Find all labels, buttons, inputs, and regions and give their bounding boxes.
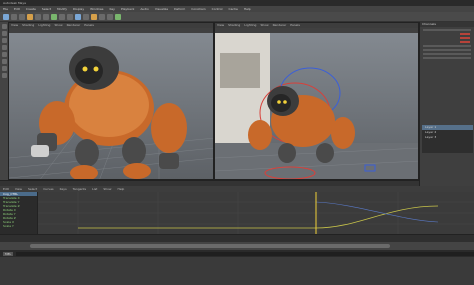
layer-editor: Layer 1 Layer 2 Layer 3 [422, 125, 473, 153]
key-icon[interactable] [107, 13, 113, 20]
curve-graph [38, 192, 474, 234]
tool-box [0, 22, 8, 200]
rotate-icon[interactable] [1, 45, 7, 50]
time-ruler[interactable] [0, 234, 474, 242]
anim-curve-blue [315, 201, 439, 223]
channel-row[interactable] [423, 53, 471, 55]
scale-tool-icon[interactable] [43, 13, 49, 20]
select-tool-icon[interactable] [3, 13, 9, 20]
help-line [0, 257, 474, 285]
command-line: MEL [0, 250, 474, 257]
robot-scene-right [215, 33, 418, 179]
layout-single-icon[interactable] [1, 59, 7, 64]
channel-row[interactable] [423, 57, 471, 59]
graph-editor-curves[interactable] [38, 192, 474, 234]
select-icon[interactable] [1, 24, 7, 29]
channel-row[interactable] [423, 29, 471, 31]
lasso-icon[interactable] [1, 31, 7, 36]
outliner-item[interactable]: Scale Y [0, 224, 37, 228]
viewport-perspective-left[interactable]: View Shading Lighting Show Renderer Pane… [8, 22, 214, 180]
channel-row-keyed[interactable] [460, 33, 470, 35]
channel-row-keyed[interactable] [460, 41, 470, 43]
playblast-icon[interactable] [115, 13, 121, 20]
graph-editor-outliner: Cog_CTRL Translate X Translate Y Transla… [0, 192, 38, 234]
command-input[interactable] [16, 251, 474, 256]
scale-icon[interactable] [1, 52, 7, 57]
ipr-render-icon[interactable] [83, 13, 89, 20]
channel-row[interactable] [423, 49, 471, 51]
paint-tool-icon[interactable] [19, 13, 25, 20]
hypershade-icon[interactable] [99, 13, 105, 20]
channel-box-header: Channels [420, 22, 474, 27]
move-tool-icon[interactable] [27, 13, 33, 20]
channel-box-panel: Channels Layer 1 Layer 2 Layer 3 [419, 22, 474, 200]
snap-curve-icon[interactable] [59, 13, 65, 20]
move-icon[interactable] [1, 38, 7, 43]
anim-curve-rise [315, 205, 439, 229]
channel-row-keyed[interactable] [460, 37, 470, 39]
range-slider-handle[interactable] [30, 244, 390, 248]
render-icon[interactable] [75, 13, 81, 20]
shelf-toolbar [0, 12, 474, 22]
viewport-perspective-right[interactable]: View Shading Lighting Show Renderer Pane… [214, 22, 419, 180]
channel-row[interactable] [423, 45, 471, 47]
mel-label[interactable]: MEL [3, 251, 14, 256]
lasso-tool-icon[interactable] [11, 13, 17, 20]
robot-scene-left [9, 46, 213, 179]
layout-four-icon[interactable] [1, 66, 7, 71]
rotate-tool-icon[interactable] [35, 13, 41, 20]
layout-two-icon[interactable] [1, 73, 7, 78]
snap-grid-icon[interactable] [51, 13, 57, 20]
snap-point-icon[interactable] [67, 13, 73, 20]
render-settings-icon[interactable] [91, 13, 97, 20]
layer-item[interactable]: Layer 3 [422, 135, 473, 140]
